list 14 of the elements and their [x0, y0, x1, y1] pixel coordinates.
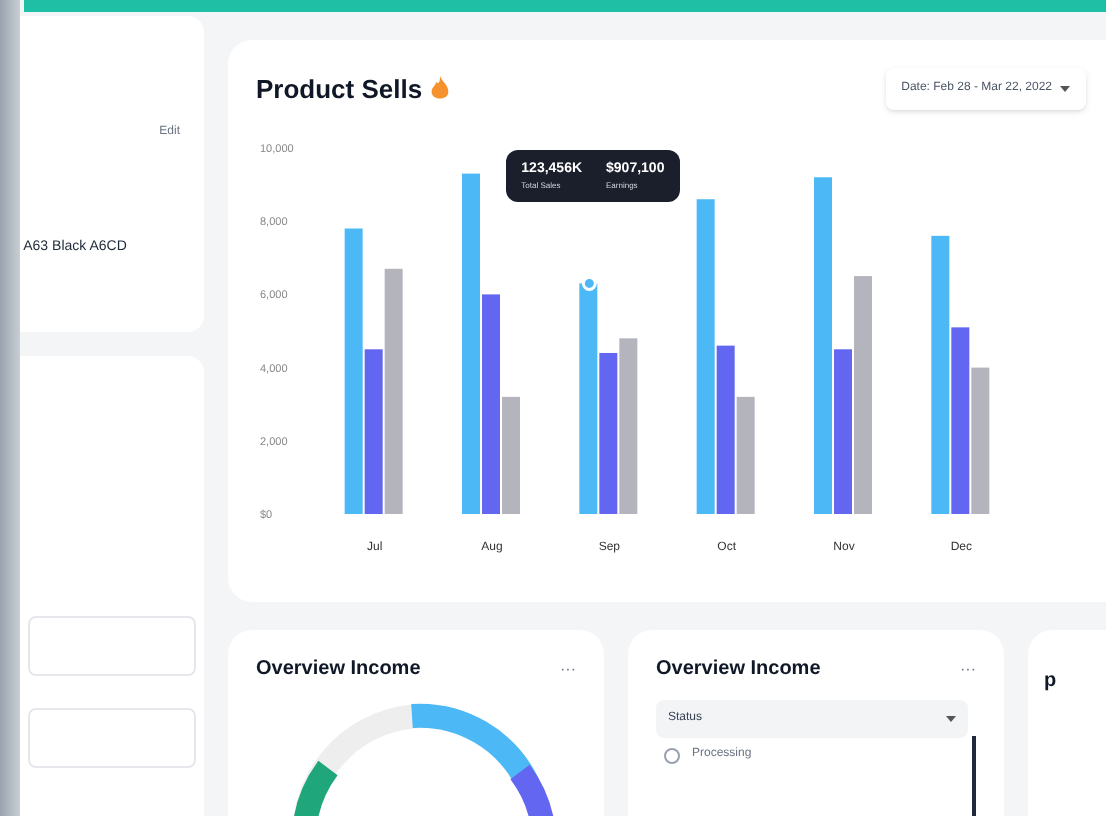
scrollbar[interactable]	[972, 736, 976, 816]
card-title: Product Sells	[256, 71, 423, 108]
flame-icon	[430, 76, 451, 102]
caret-icon	[1060, 86, 1070, 92]
more-button[interactable]: ···	[560, 657, 576, 681]
data-point-marker	[581, 275, 597, 291]
more-button[interactable]: ···	[960, 657, 976, 681]
checkbox[interactable]	[664, 747, 680, 763]
caret-icon	[946, 716, 956, 722]
card-title: Overview Income	[656, 656, 821, 684]
card-title: p	[1044, 670, 1057, 692]
input-field[interactable]	[27, 616, 196, 676]
input-field[interactable]	[27, 708, 196, 768]
card-title: Overview Income	[256, 656, 421, 684]
